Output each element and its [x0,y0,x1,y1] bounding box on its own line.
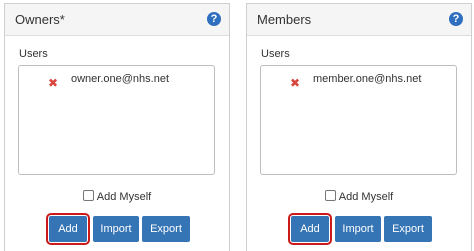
owners-title: Owners* [15,12,65,27]
members-add-button[interactable]: Add [288,213,332,245]
remove-user-icon[interactable]: ✖ [48,77,58,89]
user-email: owner.one@nhs.net [71,73,170,85]
add-myself-label: Add Myself [96,191,152,203]
users-label: Users [19,48,48,60]
owners-panel: Owners* ? Users ✖ owner.one@nhs.net Add … [4,3,230,251]
remove-user-icon[interactable]: ✖ [290,77,300,89]
owners-users-list[interactable]: ✖ owner.one@nhs.net [18,65,215,175]
add-myself-label: Add Myself [338,191,394,203]
members-panel: Members ? Users ✖ member.one@nhs.net Add… [246,3,472,251]
add-myself-checkbox[interactable] [82,190,94,201]
add-myself-checkbox[interactable] [324,190,336,201]
owners-import-button[interactable]: Import [93,216,139,242]
owners-export-button[interactable]: Export [142,216,190,242]
help-icon[interactable]: ? [449,12,463,26]
owners-add-myself[interactable]: Add Myself [5,190,229,203]
user-email: member.one@nhs.net [313,73,422,85]
members-panel-header: Members ? [247,4,471,36]
members-users-list[interactable]: ✖ member.one@nhs.net [260,65,457,175]
members-add-myself[interactable]: Add Myself [247,190,471,203]
help-icon[interactable]: ? [207,12,221,26]
owners-add-button[interactable]: Add [46,213,90,245]
members-export-button[interactable]: Export [384,216,432,242]
owners-panel-header: Owners* ? [5,4,229,36]
members-import-button[interactable]: Import [335,216,381,242]
members-title: Members [257,12,312,27]
users-label: Users [261,48,290,60]
